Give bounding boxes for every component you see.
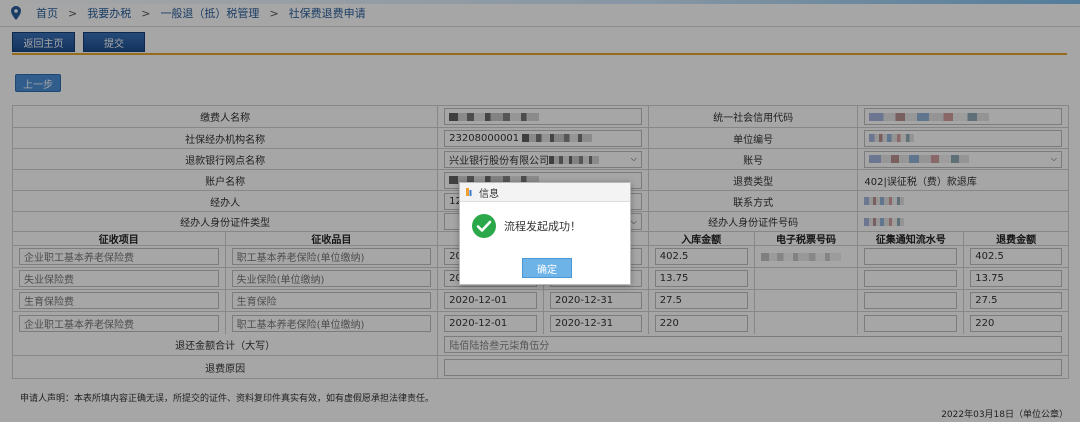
dialog-titlebar: 信息 xyxy=(460,183,630,202)
dialog-title: 信息 xyxy=(479,188,499,200)
confirm-button[interactable]: 确定 xyxy=(522,258,572,278)
dialog-body: 流程发起成功！ xyxy=(460,202,630,238)
info-icon xyxy=(466,188,472,196)
success-check-icon xyxy=(472,214,496,238)
dialog-message: 流程发起成功！ xyxy=(504,220,581,233)
info-dialog: 信息 流程发起成功！ 确定 xyxy=(459,182,631,285)
